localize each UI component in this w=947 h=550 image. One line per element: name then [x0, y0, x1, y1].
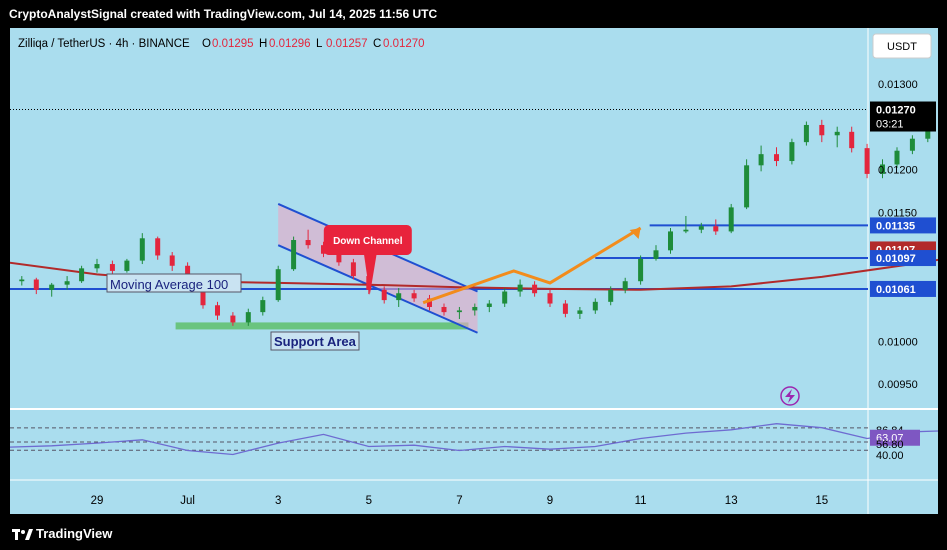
- candle-body: [275, 269, 281, 301]
- chart-caption: CryptoAnalystSignal created with Trading…: [9, 7, 438, 21]
- y-tick-label: 0.00950: [878, 379, 918, 391]
- candle-body: [396, 293, 402, 301]
- candle-body: [532, 284, 538, 294]
- candle-body: [381, 289, 387, 301]
- x-tick-label: 9: [547, 495, 553, 507]
- level-tag-3: 0.01061: [876, 284, 916, 296]
- legend-o-value: 0.01295: [212, 38, 254, 50]
- candle-body: [744, 165, 750, 208]
- candle-body: [472, 306, 478, 311]
- candle-body: [502, 291, 508, 304]
- tradingview-logo-icon[interactable]: [12, 527, 34, 541]
- price-chart[interactable]: Down Channel Moving Average 100 Support Ar…: [10, 28, 938, 514]
- legend-l-value: 0.01257: [326, 38, 368, 50]
- candle-body: [486, 303, 492, 307]
- candle-body: [291, 240, 297, 270]
- legend-h-label: H: [259, 38, 267, 50]
- candle-body: [245, 312, 251, 323]
- candle-body: [139, 238, 145, 261]
- candle-body: [577, 310, 583, 314]
- x-tick-label: 3: [275, 495, 281, 507]
- candle-body: [819, 124, 825, 136]
- legend-l-label: L: [316, 38, 323, 50]
- candle-body: [230, 315, 236, 323]
- candle-body: [547, 293, 553, 304]
- candle-body: [622, 281, 628, 290]
- candle-body: [789, 142, 795, 162]
- candle-body: [803, 124, 809, 143]
- candle-body: [441, 306, 447, 313]
- y-tick-label: 0.01300: [878, 79, 918, 91]
- candle-body: [350, 262, 356, 277]
- tradingview-brand: TradingView: [36, 526, 113, 541]
- candle-body: [456, 310, 462, 313]
- candle-body: [214, 305, 220, 316]
- down-channel-label: Down Channel: [333, 236, 403, 247]
- candle-body: [667, 231, 673, 251]
- legend-symbol: Zilliqa / TetherUS · 4h · BINANCE: [18, 38, 190, 50]
- candle-body: [592, 301, 598, 311]
- candle-body: [834, 131, 840, 136]
- candle-body: [894, 150, 900, 165]
- x-tick-label: 7: [456, 495, 462, 507]
- legend-h-value: 0.01296: [269, 38, 311, 50]
- candle-body: [653, 250, 659, 259]
- x-tick-label: 11: [635, 495, 647, 507]
- legend-c-label: C: [373, 38, 381, 50]
- candle-body: [155, 238, 161, 256]
- x-tick-label: 15: [815, 495, 828, 507]
- candle-body: [909, 138, 915, 151]
- candle-body: [713, 226, 719, 232]
- candle-body: [94, 264, 100, 269]
- candle-body: [109, 264, 115, 271]
- candle-body: [305, 240, 311, 246]
- candle-body: [728, 207, 734, 232]
- x-tick-label: 29: [91, 495, 104, 507]
- candle-body: [864, 148, 870, 174]
- x-tick-label: Jul: [180, 495, 195, 507]
- x-tick-label: 13: [725, 495, 738, 507]
- moving-average-label: Moving Average 100: [110, 277, 228, 292]
- level-tag-1: 0.01135: [876, 220, 915, 232]
- current-price-tag: 0.01270: [876, 105, 916, 117]
- y-tick-label: 0.01200: [878, 165, 918, 177]
- candle-body: [79, 268, 85, 282]
- candle-body: [638, 258, 644, 282]
- rsi-tick-label: 40.00: [876, 450, 904, 462]
- current-price-tag-countdown: 03:21: [876, 119, 904, 131]
- y-tick-label: 0.01000: [878, 336, 918, 348]
- candle-body: [49, 284, 55, 290]
- legend-o-label: O: [202, 38, 211, 50]
- candle-body: [64, 281, 70, 285]
- candle-body: [698, 226, 704, 230]
- support-area-label: Support Area: [274, 334, 357, 349]
- footer: TradingView: [0, 518, 947, 550]
- candle-body: [608, 289, 614, 302]
- candle-body: [774, 154, 779, 162]
- candle-body: [33, 279, 39, 290]
- candle-body: [19, 279, 25, 282]
- candle-body: [683, 229, 689, 232]
- candle-body: [336, 253, 342, 263]
- candle-body: [758, 154, 764, 166]
- candle-body: [260, 300, 266, 313]
- candle-body: [562, 303, 568, 314]
- candle-body: [849, 131, 855, 149]
- support-area-zone: [175, 322, 469, 330]
- candle-body: [411, 293, 417, 299]
- level-tag-2: 0.01097: [876, 253, 916, 265]
- x-tick-label: 5: [366, 495, 372, 507]
- legend-c-value: 0.01270: [383, 38, 425, 50]
- candle-body: [169, 255, 175, 266]
- rsi-tick-label: 56.80: [876, 439, 904, 451]
- candle-body: [517, 284, 523, 292]
- candle-body: [124, 260, 130, 271]
- currency-label: USDT: [887, 41, 917, 53]
